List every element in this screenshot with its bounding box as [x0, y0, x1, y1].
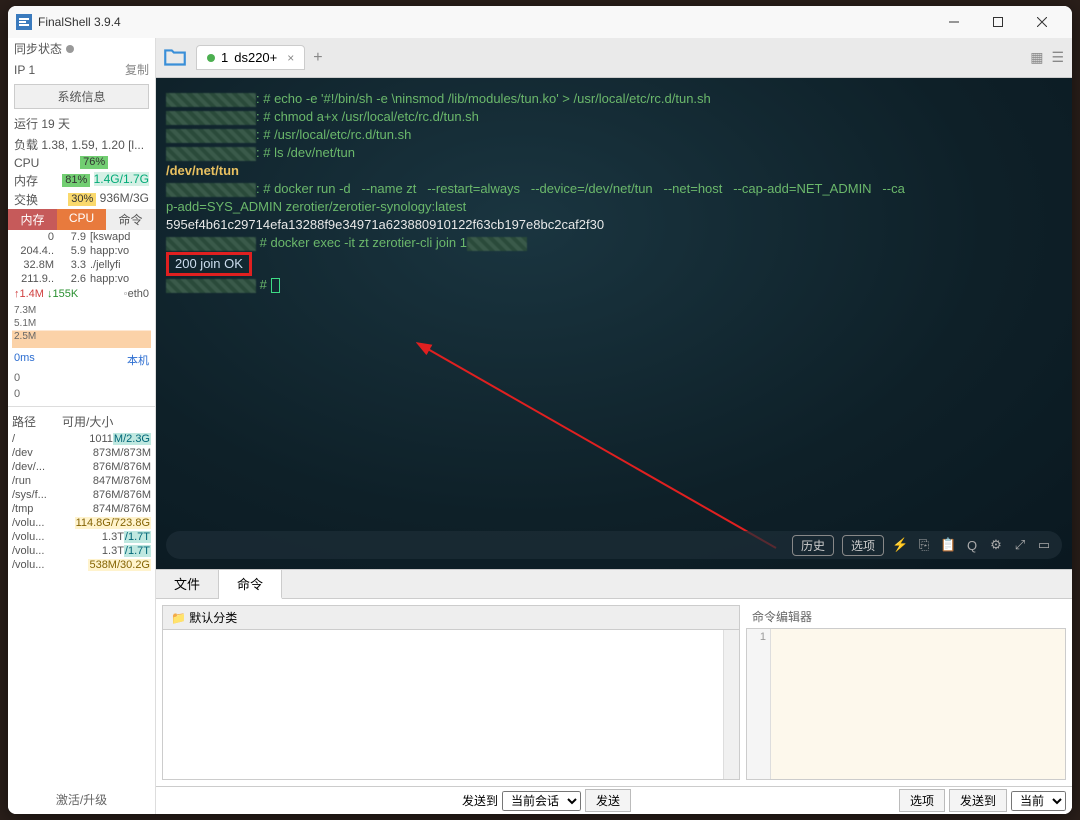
disk-row[interactable]: /sys/f...876M/876M [8, 488, 155, 502]
swap-stat: 交换30% 936M/3G [8, 190, 155, 209]
expand-icon[interactable]: ⤢ [1012, 537, 1028, 553]
disk-row[interactable]: /tmp874M/876M [8, 502, 155, 516]
disk-row[interactable]: /dev/...876M/876M [8, 460, 155, 474]
history-button[interactable]: 历史 [792, 535, 834, 556]
close-tab-icon[interactable]: × [287, 51, 294, 65]
tabbar: 1 ds220+ × + ▦ ☰ [156, 38, 1072, 78]
session-tab[interactable]: 1 ds220+ × [196, 45, 305, 70]
activate-link[interactable]: 激活/升级 [8, 785, 155, 814]
folder-icon[interactable] [162, 45, 188, 71]
cursor-icon [271, 278, 280, 293]
app-icon [16, 14, 32, 30]
sidebar: 同步状态 IP 1复制 系统信息 运行 19 天 负载 1.38, 1.59, … [8, 38, 156, 814]
send-to-button[interactable]: 发送到 [949, 789, 1007, 812]
system-info-button[interactable]: 系统信息 [14, 84, 149, 109]
fullscreen-icon[interactable]: ▭ [1036, 537, 1052, 553]
tab-cmd[interactable]: 命令 [106, 209, 155, 230]
grid-view-icon[interactable]: ▦ [1028, 47, 1045, 68]
add-tab-button[interactable]: + [313, 49, 322, 67]
disk-row[interactable]: /volu...1.3T/1.7T [8, 530, 155, 544]
disk-row[interactable]: /volu...538M/30.2G [8, 558, 155, 572]
process-row[interactable]: 211.9..2.6happ:vo [8, 272, 155, 286]
options-button[interactable]: 选项 [842, 535, 884, 556]
target-select[interactable]: 当前会话 [502, 791, 581, 811]
highlight-box: 200 join OK [166, 252, 252, 276]
main-area: 1 ds220+ × + ▦ ☰ : # echo -e '#!/bin/sh … [156, 38, 1072, 814]
uptime: 运行 19 天 [8, 113, 155, 134]
list-view-icon[interactable]: ☰ [1049, 47, 1066, 68]
tab-file[interactable]: 文件 [156, 570, 219, 598]
tab-cpu[interactable]: CPU [57, 209, 106, 230]
app-window: FinalShell 3.9.4 同步状态 IP 1复制 系统信息 运行 19 … [8, 6, 1072, 814]
scrollbar[interactable] [723, 630, 739, 779]
close-button[interactable] [1020, 8, 1064, 36]
maximize-button[interactable] [976, 8, 1020, 36]
process-row[interactable]: 07.9[kswapd [8, 230, 155, 244]
category-header[interactable]: 📁 默认分类 [163, 606, 739, 630]
disk-row[interactable]: /dev873M/873M [8, 446, 155, 460]
tab-command[interactable]: 命令 [219, 570, 282, 599]
mem-stat: 内存81% 1.4G/1.7G [8, 171, 155, 190]
copy-icon[interactable]: ⎘ [916, 537, 932, 553]
process-row[interactable]: 204.4..5.9happ:vo [8, 244, 155, 258]
network-stats: ↑1.4M ↓155K eth0 ◦ [8, 286, 155, 302]
disk-row[interactable]: /run847M/876M [8, 474, 155, 488]
disk-header: 路径可用/大小 [8, 411, 155, 432]
disk-row[interactable]: /1011M/2.3G [8, 432, 155, 446]
paste-icon[interactable]: 📋 [940, 537, 956, 553]
disk-row[interactable]: /volu...114.8G/723.8G [8, 516, 155, 530]
disk-row[interactable]: /volu...1.3T/1.7T [8, 544, 155, 558]
ping-row: 0ms本机 [8, 350, 155, 370]
terminal[interactable]: : # echo -e '#!/bin/sh -e \ninsmod /lib/… [156, 78, 1072, 569]
titlebar[interactable]: FinalShell 3.9.4 [8, 6, 1072, 38]
options-button-2[interactable]: 选项 [899, 789, 945, 812]
command-editor[interactable]: 1 [746, 628, 1066, 780]
cpu-stat: CPU76% [8, 155, 155, 171]
app-title: FinalShell 3.9.4 [38, 15, 932, 29]
command-list[interactable] [163, 630, 723, 779]
network-chart: 7.3M5.1M2.5M [12, 304, 151, 348]
load-avg: 负载 1.38, 1.59, 1.20 [l... [8, 134, 155, 155]
bottom-panel: 文件 命令 📁 默认分类 命令编辑器 1 [156, 569, 1072, 814]
minimize-button[interactable] [932, 8, 976, 36]
process-row[interactable]: 32.8M3.3./jellyfi [8, 258, 155, 272]
copy-link[interactable]: 复制 [125, 61, 149, 78]
send-button[interactable]: 发送 [585, 789, 631, 812]
bottom-toolbar: 发送到 当前会话 发送 选项 发送到 当前 [156, 786, 1072, 814]
search-icon[interactable]: Q [964, 538, 980, 553]
terminal-toolbar: 历史 选项 ⚡ ⎘ 📋 Q ⚙ ⤢ ▭ [166, 531, 1062, 559]
editor-label: 命令编辑器 [746, 605, 1066, 628]
settings-icon[interactable]: ⚙ [988, 537, 1004, 553]
status-dot-icon [207, 54, 215, 62]
sync-status: 同步状态 [8, 38, 155, 59]
tab-memory[interactable]: 内存 [8, 209, 57, 230]
send-to-label: 发送到 [462, 792, 498, 809]
bolt-icon[interactable]: ⚡ [892, 537, 908, 553]
ip-row: IP 1复制 [8, 59, 155, 80]
target-select-2[interactable]: 当前 [1011, 791, 1066, 811]
